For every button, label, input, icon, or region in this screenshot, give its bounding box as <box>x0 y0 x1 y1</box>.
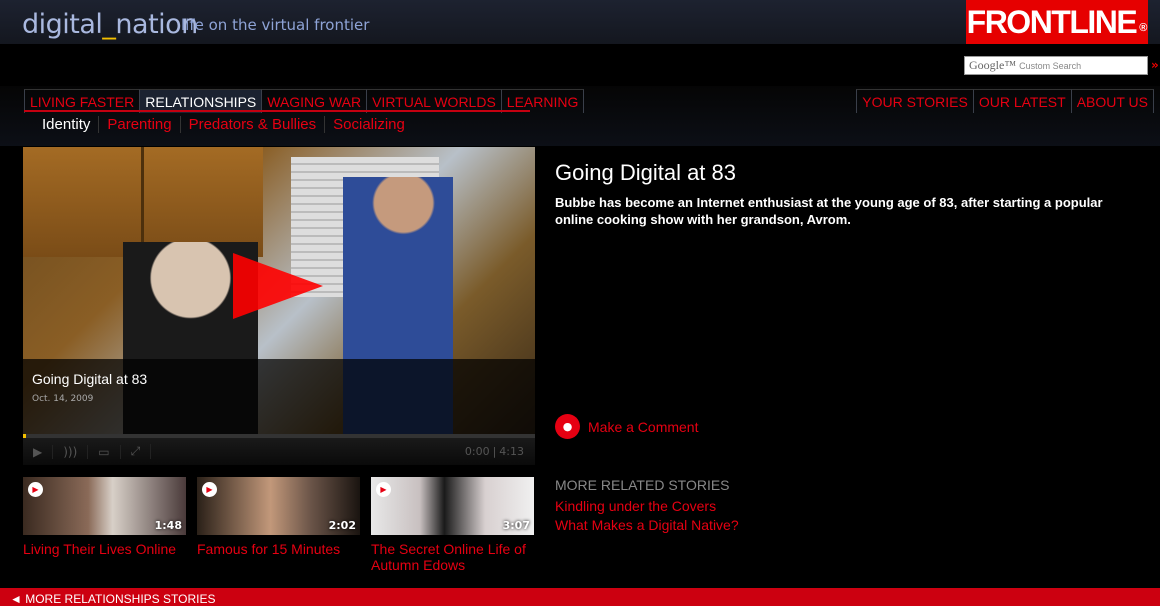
frontline-logo[interactable]: FRONTLINE ® <box>966 0 1148 44</box>
related-stories-heading: MORE RELATED STORIES <box>555 477 730 493</box>
sub-nav: Identity Parenting Predators & Bullies S… <box>34 116 413 133</box>
nav-item-your-stories[interactable]: YOUR STORIES <box>856 89 973 113</box>
nav-item-about-us[interactable]: ABOUT US <box>1070 89 1154 113</box>
tab-socializing[interactable]: Socializing <box>324 116 413 133</box>
search-go-button[interactable]: » <box>1151 58 1159 72</box>
thumbnail-duration: 1:48 <box>154 519 182 532</box>
comment-bubble-icon: ● <box>555 414 580 439</box>
make-comment-label: Make a Comment <box>588 418 699 435</box>
fullscreen-icon[interactable]: ⤢ <box>121 444 152 459</box>
video-caption: Going Digital at 83 Oct. 14, 2009 <box>23 359 535 434</box>
thumbnail-duration: 2:02 <box>328 519 356 532</box>
frontline-wordmark: FRONTLINE <box>966 3 1138 40</box>
video-time: 0:00 | 4:13 <box>462 445 535 458</box>
video-date: Oct. 14, 2009 <box>32 394 94 404</box>
make-comment-link[interactable]: ● Make a Comment <box>555 414 698 439</box>
play-icon[interactable] <box>233 253 323 319</box>
video-frame-cabinets <box>23 147 263 257</box>
video-controls: ▶ ))) ▭ ⤢ 0:00 | 4:13 <box>23 438 535 465</box>
site-logo[interactable]: digital_nation <box>22 9 198 40</box>
related-link[interactable]: What Makes a Digital Native? <box>555 517 739 533</box>
play-button-icon[interactable]: ▶ <box>23 444 54 459</box>
secondary-nav: YOUR STORIES OUR LATEST ABOUT US <box>856 89 1154 113</box>
thumbnail-title[interactable]: Living Their Lives Online <box>23 541 193 557</box>
related-link[interactable]: Kindling under the Covers <box>555 498 716 514</box>
thumbnail-play-icon: ▶ <box>376 482 391 497</box>
more-stories-bar[interactable]: ◄ MORE RELATIONSHIPS STORIES <box>0 588 1160 606</box>
tab-identity[interactable]: Identity <box>34 116 98 133</box>
captions-icon[interactable]: ▭ <box>88 444 121 459</box>
video-thumbnail[interactable]: ▶ 2:02 <box>197 477 360 535</box>
video-duration: 4:13 <box>499 445 524 458</box>
tab-predators-bullies[interactable]: Predators & Bullies <box>179 116 325 133</box>
thumbnail-play-icon: ▶ <box>28 482 43 497</box>
top-bar: digital_nation life on the virtual front… <box>0 0 1160 44</box>
story-description: Bubbe has become an Internet enthusiast … <box>555 195 1103 227</box>
video-title: Going Digital at 83 <box>32 371 148 387</box>
brand-digital: digital <box>22 9 103 40</box>
story-title: Going Digital at 83 <box>555 160 736 185</box>
thumbnail-title[interactable]: The Secret Online Life of Autumn Edows <box>371 541 541 573</box>
google-label: Google™ <box>969 58 1017 72</box>
nav-underline <box>24 110 530 112</box>
site-tagline: life on the virtual frontier <box>181 16 370 34</box>
video-thumbnail[interactable]: ▶ 1:48 <box>23 477 186 535</box>
thumbnail-play-icon: ▶ <box>202 482 217 497</box>
search-input[interactable]: Google™ Custom Search <box>964 56 1148 75</box>
search-placeholder: Custom Search <box>1019 60 1082 71</box>
volume-icon[interactable]: ))) <box>53 444 89 459</box>
thumbnail-duration: 3:07 <box>502 519 530 532</box>
video-player[interactable]: Going Digital at 83 Oct. 14, 2009 <box>23 147 535 434</box>
thumbnail-title[interactable]: Famous for 15 Minutes <box>197 541 367 557</box>
video-thumbnail[interactable]: ▶ 3:07 <box>371 477 534 535</box>
brand-underscore: _ <box>102 9 116 40</box>
tab-parenting[interactable]: Parenting <box>98 116 179 133</box>
registered-mark: ® <box>1139 22 1148 34</box>
nav-item-our-latest[interactable]: OUR LATEST <box>972 89 1071 113</box>
video-current-time: 0:00 <box>464 445 490 458</box>
